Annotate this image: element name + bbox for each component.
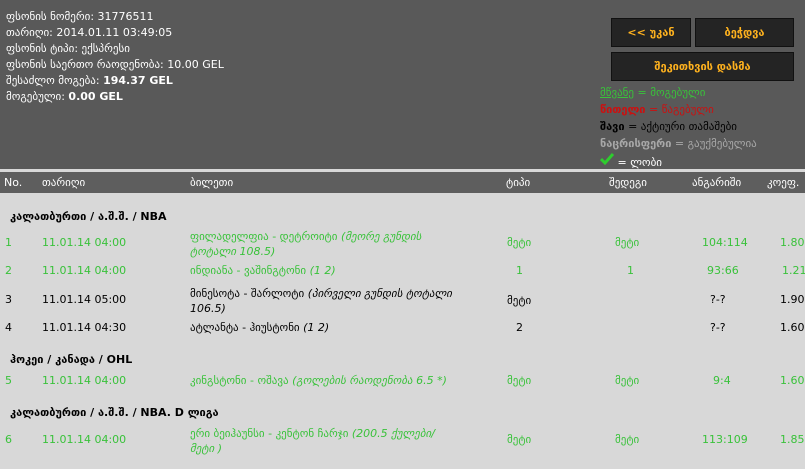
group-title: კალათბურთი / ა.შ.შ. / NBA [10, 210, 167, 223]
legend: მწვანე = მოგებული წითელი = წაგებული შავი… [599, 84, 757, 171]
ticket-stake-row: ფსონის საერთო რაოდენობა: 10.00 GEL [6, 58, 224, 71]
ticket-type-row: ფსონის ტიპი: ექსპრესი [6, 42, 130, 55]
legend-lost: წითელი = წაგებული [600, 103, 714, 116]
table-header: No. თარიღი ბილეთი ტიპი შედეგი ანგარიში კ… [0, 172, 805, 193]
ticket-date: 2014.01.11 03:49:05 [56, 26, 173, 39]
group-title: ჰოკეი / კანადა / OHL [10, 353, 133, 366]
won-amount: 0.00 GEL [68, 90, 123, 103]
back-button[interactable]: << უკან [611, 18, 691, 47]
possible-win-row: შესაძლო მოგება: 194.37 GEL [6, 74, 173, 87]
col-ticket: ბილეთი [190, 176, 234, 189]
col-score: ანგარიში [692, 176, 742, 189]
legend-won: მწვანე = მოგებული [600, 86, 706, 99]
col-type: ტიპი [506, 176, 531, 189]
ticket-stake: 10.00 GEL [167, 58, 224, 71]
ticket-type: ექსპრესი [81, 42, 130, 55]
won-amount-row: მოგებული: 0.00 GEL [6, 90, 123, 103]
ticket-number-row: ფსონის ნომერი: 31776511 [6, 10, 154, 23]
col-odds: კოეფ. [767, 176, 800, 189]
ask-question-button[interactable]: შეკითხვის დასმა [611, 52, 794, 81]
print-button[interactable]: ბეჭდვა [695, 18, 794, 47]
col-date: თარიღი [42, 176, 86, 189]
ticket-info: ფსონის ნომერი: 31776511 თარიღი: 2014.01.… [6, 9, 224, 105]
group-title: კალათბურთი / ა.შ.შ. / NBA. D ლიგა [10, 406, 219, 419]
legend-cancelled: ნაცრისფერი = გაუქმებულია [600, 137, 757, 150]
col-no: No. [4, 176, 23, 189]
ticket-date-row: თარიღი: 2014.01.11 03:49:05 [6, 26, 173, 39]
col-result: შედეგი [609, 176, 647, 189]
legend-active: შავი = აქტიური თამაშები [600, 120, 737, 133]
ticket-number: 31776511 [97, 10, 154, 23]
possible-win: 194.37 GEL [103, 74, 173, 87]
